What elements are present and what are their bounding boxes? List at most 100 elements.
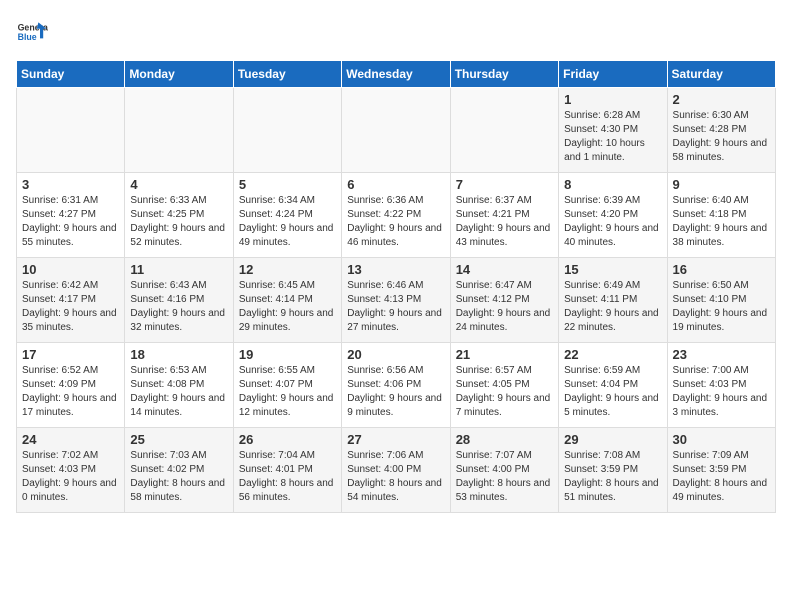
day-number: 30 [673, 432, 770, 447]
week-row-5: 24 Sunrise: 7:02 AM Sunset: 4:03 PM Dayli… [17, 428, 776, 513]
calendar-cell: 3Sunrise: 6:31 AM Sunset: 4:27 PM Daylig… [17, 173, 125, 258]
calendar-cell: 20 Sunrise: 6:56 AM Sunset: 4:06 PM Dayli… [342, 343, 450, 428]
day-number: 21 [456, 347, 553, 362]
day-info: Sunrise: 6:52 AM Sunset: 4:09 PM Dayligh… [22, 364, 119, 420]
day-number: 1 [564, 92, 661, 107]
calendar-cell: 15Sunrise: 6:49 AM Sunset: 4:11 PM Dayli… [559, 258, 667, 343]
day-info: Sunrise: 6:57 AM Sunset: 4:05 PM Dayligh… [456, 364, 553, 420]
day-info: Sunrise: 6:34 AM Sunset: 4:24 PM Dayligh… [239, 194, 336, 250]
calendar-cell: 10 Sunrise: 6:42 AM Sunset: 4:17 PM Dayli… [17, 258, 125, 343]
calendar-cell: 8 Sunrise: 6:39 AM Sunset: 4:20 PM Daylig… [559, 173, 667, 258]
day-header-friday: Friday [559, 61, 667, 88]
day-info: Sunrise: 6:42 AM Sunset: 4:17 PM Dayligh… [22, 279, 119, 335]
week-row-4: 17 Sunrise: 6:52 AM Sunset: 4:09 PM Dayli… [17, 343, 776, 428]
day-header-wednesday: Wednesday [342, 61, 450, 88]
calendar-cell: 25 Sunrise: 7:03 AM Sunset: 4:02 PM Dayli… [125, 428, 233, 513]
day-number: 16 [673, 262, 770, 277]
day-number: 27 [347, 432, 444, 447]
day-info: Sunrise: 6:55 AM Sunset: 4:07 PM Dayligh… [239, 364, 336, 420]
day-number: 3 [22, 177, 119, 192]
day-info: Sunrise: 7:02 AM Sunset: 4:03 PM Dayligh… [22, 449, 119, 505]
logo-icon: General Blue [16, 16, 48, 48]
day-number: 20 [347, 347, 444, 362]
day-header-monday: Monday [125, 61, 233, 88]
day-info: Sunrise: 6:53 AM Sunset: 4:08 PM Dayligh… [130, 364, 227, 420]
day-number: 28 [456, 432, 553, 447]
day-number: 17 [22, 347, 119, 362]
day-info: Sunrise: 7:08 AM Sunset: 3:59 PM Dayligh… [564, 449, 661, 505]
day-header-sunday: Sunday [17, 61, 125, 88]
calendar-cell: 7 Sunrise: 6:37 AM Sunset: 4:21 PM Daylig… [450, 173, 558, 258]
day-info: Sunrise: 7:00 AM Sunset: 4:03 PM Dayligh… [673, 364, 770, 420]
calendar-cell: 5 Sunrise: 6:34 AM Sunset: 4:24 PM Daylig… [233, 173, 341, 258]
day-info: Sunrise: 6:46 AM Sunset: 4:13 PM Dayligh… [347, 279, 444, 335]
day-info: Sunrise: 6:47 AM Sunset: 4:12 PM Dayligh… [456, 279, 553, 335]
calendar-cell: 26 Sunrise: 7:04 AM Sunset: 4:01 PM Dayli… [233, 428, 341, 513]
day-number: 24 [22, 432, 119, 447]
calendar-cell [450, 88, 558, 173]
calendar-cell: 12Sunrise: 6:45 AM Sunset: 4:14 PM Dayli… [233, 258, 341, 343]
day-info: Sunrise: 6:39 AM Sunset: 4:20 PM Dayligh… [564, 194, 661, 250]
calendar-cell: 16 Sunrise: 6:50 AM Sunset: 4:10 PM Dayli… [667, 258, 775, 343]
calendar-cell: 27 Sunrise: 7:06 AM Sunset: 4:00 PM Dayli… [342, 428, 450, 513]
calendar-cell: 30 Sunrise: 7:09 AM Sunset: 3:59 PM Dayli… [667, 428, 775, 513]
day-number: 26 [239, 432, 336, 447]
day-info: Sunrise: 6:36 AM Sunset: 4:22 PM Dayligh… [347, 194, 444, 250]
calendar-cell [342, 88, 450, 173]
page-header: General Blue [16, 16, 776, 48]
calendar-cell: 22 Sunrise: 6:59 AM Sunset: 4:04 PM Dayli… [559, 343, 667, 428]
day-info: Sunrise: 6:56 AM Sunset: 4:06 PM Dayligh… [347, 364, 444, 420]
day-number: 8 [564, 177, 661, 192]
day-info: Sunrise: 6:43 AM Sunset: 4:16 PM Dayligh… [130, 279, 227, 335]
day-info: Sunrise: 6:33 AM Sunset: 4:25 PM Dayligh… [130, 194, 227, 250]
day-info: Sunrise: 7:04 AM Sunset: 4:01 PM Dayligh… [239, 449, 336, 505]
day-number: 18 [130, 347, 227, 362]
day-info: Sunrise: 6:59 AM Sunset: 4:04 PM Dayligh… [564, 364, 661, 420]
calendar-body: 1 Sunrise: 6:28 AM Sunset: 4:30 PM Daylig… [17, 88, 776, 513]
day-info: Sunrise: 7:06 AM Sunset: 4:00 PM Dayligh… [347, 449, 444, 505]
day-info: Sunrise: 7:07 AM Sunset: 4:00 PM Dayligh… [456, 449, 553, 505]
day-number: 10 [22, 262, 119, 277]
calendar-cell: 19 Sunrise: 6:55 AM Sunset: 4:07 PM Dayli… [233, 343, 341, 428]
day-number: 9 [673, 177, 770, 192]
day-number: 19 [239, 347, 336, 362]
calendar-cell: 17 Sunrise: 6:52 AM Sunset: 4:09 PM Dayli… [17, 343, 125, 428]
calendar-cell [17, 88, 125, 173]
logo: General Blue [16, 16, 48, 48]
day-info: Sunrise: 6:37 AM Sunset: 4:21 PM Dayligh… [456, 194, 553, 250]
day-info: Sunrise: 7:03 AM Sunset: 4:02 PM Dayligh… [130, 449, 227, 505]
day-number: 5 [239, 177, 336, 192]
calendar-cell: 9 Sunrise: 6:40 AM Sunset: 4:18 PM Daylig… [667, 173, 775, 258]
calendar-header-row: SundayMondayTuesdayWednesdayThursdayFrid… [17, 61, 776, 88]
day-info: Sunrise: 6:49 AM Sunset: 4:11 PM Dayligh… [564, 279, 661, 335]
day-number: 22 [564, 347, 661, 362]
week-row-1: 1 Sunrise: 6:28 AM Sunset: 4:30 PM Daylig… [17, 88, 776, 173]
day-header-tuesday: Tuesday [233, 61, 341, 88]
day-number: 2 [673, 92, 770, 107]
day-info: Sunrise: 6:30 AM Sunset: 4:28 PM Dayligh… [673, 109, 770, 165]
day-number: 4 [130, 177, 227, 192]
day-info: Sunrise: 6:50 AM Sunset: 4:10 PM Dayligh… [673, 279, 770, 335]
calendar-cell: 24 Sunrise: 7:02 AM Sunset: 4:03 PM Dayli… [17, 428, 125, 513]
calendar-cell: 2 Sunrise: 6:30 AM Sunset: 4:28 PM Daylig… [667, 88, 775, 173]
day-info: Sunrise: 6:40 AM Sunset: 4:18 PM Dayligh… [673, 194, 770, 250]
calendar-cell: 6 Sunrise: 6:36 AM Sunset: 4:22 PM Daylig… [342, 173, 450, 258]
day-info: Sunrise: 7:09 AM Sunset: 3:59 PM Dayligh… [673, 449, 770, 505]
day-number: 23 [673, 347, 770, 362]
calendar-cell: 4 Sunrise: 6:33 AM Sunset: 4:25 PM Daylig… [125, 173, 233, 258]
day-number: 29 [564, 432, 661, 447]
calendar-cell: 13Sunrise: 6:46 AM Sunset: 4:13 PM Dayli… [342, 258, 450, 343]
calendar-cell: 14 Sunrise: 6:47 AM Sunset: 4:12 PM Dayli… [450, 258, 558, 343]
day-number: 14 [456, 262, 553, 277]
calendar-cell: 11Sunrise: 6:43 AM Sunset: 4:16 PM Dayli… [125, 258, 233, 343]
day-number: 12 [239, 262, 336, 277]
day-number: 25 [130, 432, 227, 447]
week-row-2: 3Sunrise: 6:31 AM Sunset: 4:27 PM Daylig… [17, 173, 776, 258]
calendar-cell: 23 Sunrise: 7:00 AM Sunset: 4:03 PM Dayli… [667, 343, 775, 428]
calendar-cell [125, 88, 233, 173]
day-number: 6 [347, 177, 444, 192]
day-info: Sunrise: 6:28 AM Sunset: 4:30 PM Dayligh… [564, 109, 661, 165]
calendar-cell: 29 Sunrise: 7:08 AM Sunset: 3:59 PM Dayli… [559, 428, 667, 513]
calendar-cell: 1 Sunrise: 6:28 AM Sunset: 4:30 PM Daylig… [559, 88, 667, 173]
day-number: 7 [456, 177, 553, 192]
